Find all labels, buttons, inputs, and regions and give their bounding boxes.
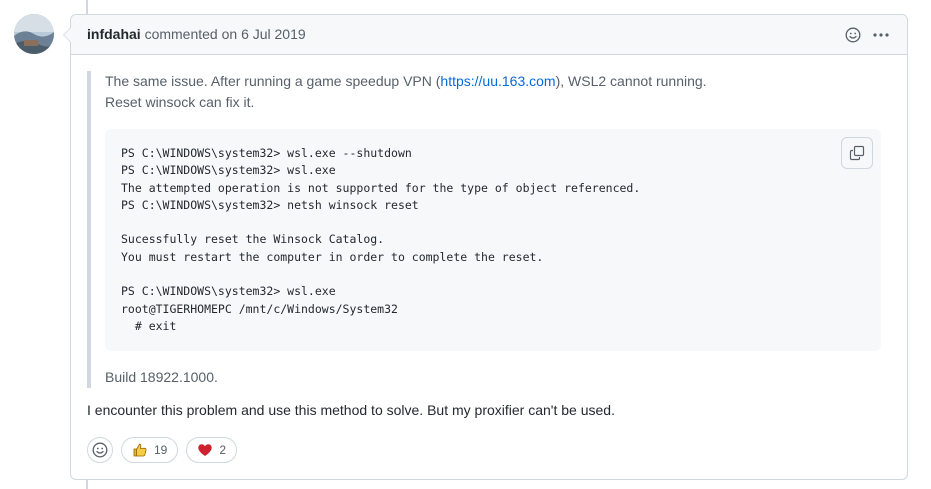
comment-action: commented on [144, 26, 238, 42]
reaction-thumbs-up[interactable]: 19 [121, 437, 179, 464]
quote-text-end: ), WSL2 cannot running. [555, 73, 707, 89]
code-block: PS C:\WINDOWS\system32> wsl.exe --shutdo… [105, 129, 881, 352]
quote-link[interactable]: https://uu.163.com [440, 73, 555, 89]
comment-caret [63, 27, 71, 43]
comment-box: infdahai commented on 6 Jul 2019 The sam… [63, 14, 908, 480]
author-link[interactable]: infdahai [87, 26, 141, 42]
smiley-icon [92, 442, 108, 458]
comment-date[interactable]: 6 Jul 2019 [241, 26, 306, 42]
reactions-bar: 19 2 [87, 437, 891, 464]
kebab-menu-icon[interactable] [869, 23, 893, 47]
add-reaction-button[interactable] [87, 437, 113, 464]
code-content[interactable]: PS C:\WINDOWS\system32> wsl.exe --shutdo… [121, 145, 865, 335]
copy-icon [849, 145, 865, 161]
thumbs-up-icon [133, 444, 147, 457]
thumbs-up-count: 19 [154, 443, 168, 458]
quote-block: The same issue. After running a game spe… [87, 71, 881, 389]
comment-body: The same issue. After running a game spe… [71, 55, 907, 464]
avatar-image [14, 14, 54, 54]
quote-line-2: Reset winsock can fix it. [105, 94, 255, 110]
comment-header: infdahai commented on 6 Jul 2019 [63, 15, 907, 55]
copy-button[interactable] [841, 137, 873, 169]
comment-meta: infdahai commented on 6 Jul 2019 [87, 26, 306, 42]
quote-line-1: The same issue. After running a game spe… [105, 71, 879, 92]
quote-text: The same issue. After running a game spe… [105, 73, 441, 89]
comment-text: I encounter this problem and use this me… [87, 402, 615, 419]
reaction-heart[interactable]: 2 [186, 437, 238, 464]
build-number: Build 18922.1000. [105, 369, 218, 386]
heart-icon [198, 444, 213, 457]
heart-count: 2 [219, 443, 227, 458]
add-reaction-icon[interactable] [841, 23, 865, 47]
avatar[interactable] [14, 14, 54, 54]
